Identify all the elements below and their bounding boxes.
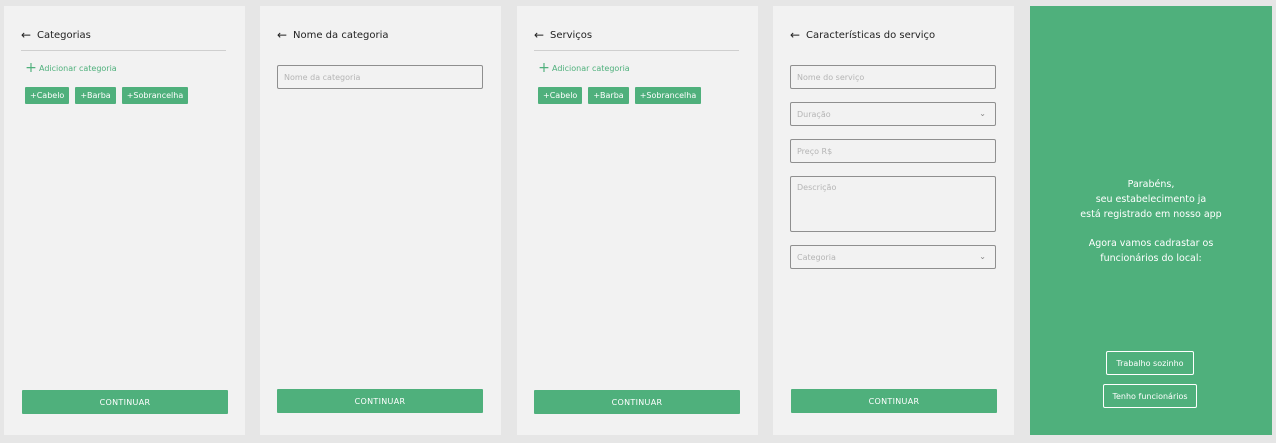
next-step-line: funcionários do local: xyxy=(1100,253,1202,264)
page-title: Nome da categoria xyxy=(293,29,389,41)
have-staff-button[interactable]: Tenho funcionários xyxy=(1103,384,1197,408)
header-divider xyxy=(21,50,226,51)
registration-complete-screen: Parabéns, seu estabelecimento ja está re… xyxy=(1030,6,1272,435)
description-placeholder: Descrição xyxy=(797,183,837,192)
congrats-line: está registrado em nosso app xyxy=(1080,209,1222,220)
work-alone-button[interactable]: Trabalho sozinho xyxy=(1106,351,1194,375)
category-chips: +Cabelo +Barba +Sobrancelha xyxy=(538,87,702,104)
page-title: Características do serviço xyxy=(806,29,936,41)
category-name-screen: ← Nome da categoria Nome da categoria CO… xyxy=(260,6,501,435)
header-divider xyxy=(534,50,739,51)
category-select[interactable]: Categoria ⌄ xyxy=(790,245,996,269)
duration-placeholder: Duração xyxy=(797,109,831,119)
duration-select[interactable]: Duração ⌄ xyxy=(790,102,996,126)
congrats-line: Parabéns, xyxy=(1127,179,1175,190)
continue-button[interactable]: CONTINUAR xyxy=(791,389,997,413)
add-category-button[interactable]: + Adicionar categoria xyxy=(537,60,630,76)
back-arrow-icon[interactable]: ← xyxy=(534,28,548,42)
category-name-placeholder: Nome da categoria xyxy=(284,72,361,82)
chevron-down-icon: ⌄ xyxy=(979,252,986,261)
chevron-down-icon: ⌄ xyxy=(979,109,986,118)
category-placeholder: Categoria xyxy=(797,252,836,262)
next-step-line: Agora vamos cadrastar os xyxy=(1088,238,1214,249)
continue-button[interactable]: CONTINUAR xyxy=(534,390,740,414)
price-placeholder: Preço R$ xyxy=(797,146,833,156)
service-name-placeholder: Nome do serviço xyxy=(797,72,865,82)
page-title: Serviços xyxy=(550,29,593,41)
add-category-label: Adicionar categoria xyxy=(552,63,630,73)
back-arrow-icon[interactable]: ← xyxy=(277,28,291,42)
categories-screen: ← Categorias + Adicionar categoria +Cabe… xyxy=(4,6,245,435)
back-arrow-icon[interactable]: ← xyxy=(790,28,804,42)
continue-button[interactable]: CONTINUAR xyxy=(277,389,483,413)
chip-barba[interactable]: +Barba xyxy=(588,87,629,104)
description-textarea[interactable]: Descrição xyxy=(790,176,996,232)
page-title: Categorias xyxy=(37,29,91,41)
plus-icon: + xyxy=(25,60,37,76)
chip-barba[interactable]: +Barba xyxy=(75,87,116,104)
screen-header: ← Características do serviço xyxy=(790,28,935,42)
screen-header: ← Categorias xyxy=(21,28,91,42)
category-name-input[interactable]: Nome da categoria xyxy=(277,65,483,89)
congrats-message: Parabéns, seu estabelecimento ja está re… xyxy=(1030,177,1272,266)
services-screen: ← Serviços + Adicionar categoria +Cabelo… xyxy=(517,6,758,435)
plus-icon: + xyxy=(538,60,550,76)
service-name-input[interactable]: Nome do serviço xyxy=(790,65,996,89)
congrats-line: seu estabelecimento ja xyxy=(1095,194,1207,205)
back-arrow-icon[interactable]: ← xyxy=(21,28,35,42)
screen-header: ← Nome da categoria xyxy=(277,28,389,42)
continue-button[interactable]: CONTINUAR xyxy=(22,390,228,414)
service-details-screen: ← Características do serviço Nome do ser… xyxy=(773,6,1014,435)
chip-sobrancelha[interactable]: +Sobrancelha xyxy=(634,87,702,104)
category-chips: +Cabelo +Barba +Sobrancelha xyxy=(25,87,189,104)
add-category-button[interactable]: + Adicionar categoria xyxy=(24,60,117,76)
chip-sobrancelha[interactable]: +Sobrancelha xyxy=(121,87,189,104)
add-category-label: Adicionar categoria xyxy=(39,63,117,73)
chip-cabelo[interactable]: +Cabelo xyxy=(538,87,583,104)
screen-header: ← Serviços xyxy=(534,28,592,42)
price-input[interactable]: Preço R$ xyxy=(790,139,996,163)
chip-cabelo[interactable]: +Cabelo xyxy=(25,87,70,104)
